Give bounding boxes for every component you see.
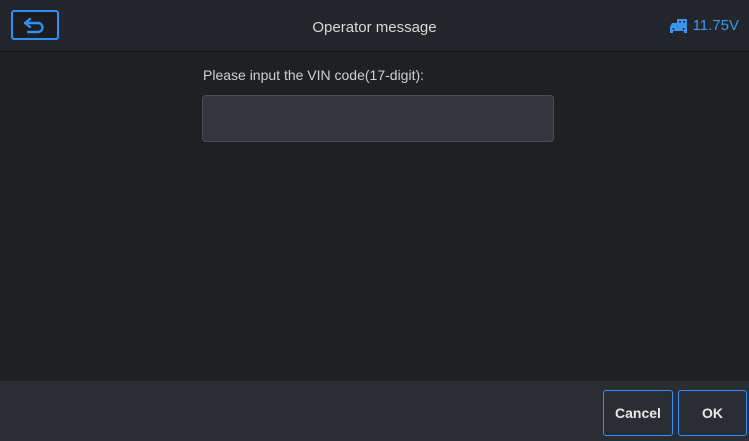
- cancel-button[interactable]: Cancel: [603, 390, 673, 436]
- screen: Operator message 11.75V Please input the…: [0, 0, 749, 441]
- page-title: Operator message: [312, 19, 437, 36]
- vin-input[interactable]: [202, 95, 554, 142]
- header-bar: Operator message 11.75V: [0, 0, 749, 52]
- ok-button[interactable]: OK: [678, 390, 747, 436]
- footer-bar: Cancel OK: [0, 381, 749, 441]
- battery-voltage: 11.75V: [692, 17, 739, 34]
- car-battery-icon: [669, 18, 688, 34]
- vin-prompt-label: Please input the VIN code(17-digit):: [203, 67, 425, 83]
- battery-status: 11.75V: [669, 17, 739, 34]
- main-content: Please input the VIN code(17-digit):: [0, 52, 749, 381]
